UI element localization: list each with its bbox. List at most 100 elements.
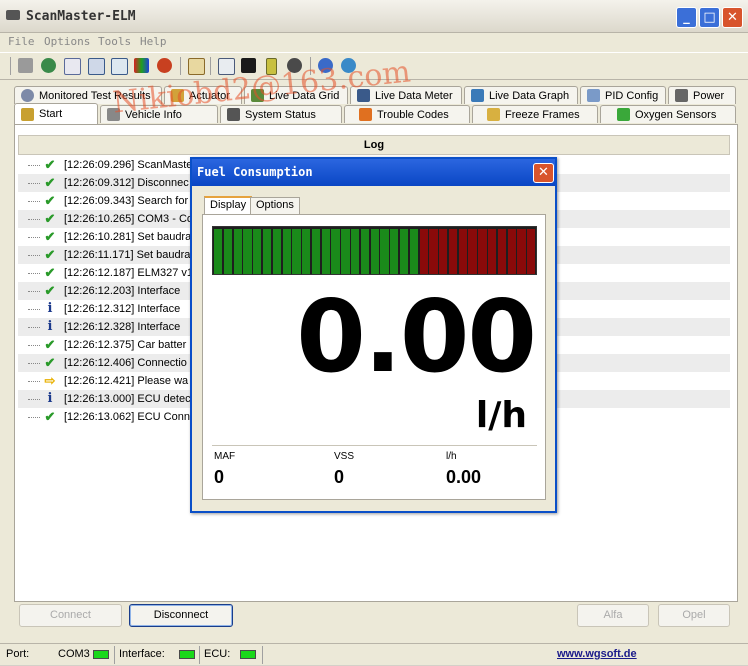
consumption-value: 0.00 <box>296 278 537 395</box>
log-text: [12:26:13.000] ECU detec <box>64 393 191 405</box>
freeze-icon <box>487 108 500 121</box>
menu-help[interactable]: Help <box>140 35 167 48</box>
maximize-button[interactable]: □ <box>699 7 720 28</box>
port-value: COM3 <box>58 648 90 660</box>
red-segment <box>419 229 428 274</box>
tree-connector <box>28 381 40 382</box>
log-text: [12:26:09.343] Search for <box>64 195 189 207</box>
dialog-tab-options[interactable]: Options <box>250 197 300 214</box>
arrow-right-icon: ⇨ <box>44 373 56 388</box>
red-segment <box>517 229 526 274</box>
port-status-led <box>93 650 109 659</box>
checkmark-icon: ✔ <box>44 193 56 208</box>
checkmark-icon: ✔ <box>44 157 56 172</box>
clipboard-icon[interactable] <box>188 58 205 75</box>
tab-start[interactable]: Start <box>14 103 98 124</box>
tree-connector <box>28 345 40 346</box>
dialog-title-bar: Fuel Consumption ✕ <box>192 159 555 186</box>
menu-tools[interactable]: Tools <box>98 35 131 48</box>
checkmark-icon: ✔ <box>44 175 56 190</box>
tab-trouble-codes[interactable]: Trouble Codes <box>344 105 470 123</box>
red-segment <box>497 229 507 274</box>
checkmark-icon: ✔ <box>44 409 56 424</box>
tab-freeze-frames[interactable]: Freeze Frames <box>472 105 598 123</box>
green-segment <box>214 229 223 274</box>
interface-label: Interface: <box>119 648 165 660</box>
tree-connector <box>28 309 40 310</box>
dialog-divider <box>212 445 537 446</box>
red-segment <box>488 229 497 274</box>
website-link[interactable]: www.wgsoft.de <box>557 648 637 660</box>
consumption-unit: l/h <box>475 395 527 436</box>
chart-icon[interactable] <box>111 58 128 75</box>
grid-icon[interactable] <box>88 58 105 75</box>
red-segment <box>439 229 448 274</box>
log-text: [12:26:13.062] ECU Conn <box>64 411 190 423</box>
red-segment <box>478 229 487 274</box>
colorbars-icon[interactable] <box>134 58 149 73</box>
tree-connector <box>28 219 40 220</box>
opel-button[interactable]: Opel <box>658 604 730 627</box>
lh-label: l/h <box>446 451 457 462</box>
log-text: [12:26:12.187] ELM327 v1 <box>64 267 194 279</box>
tree-connector <box>28 273 40 274</box>
status-icon <box>227 108 240 121</box>
info-icon: i <box>47 301 53 316</box>
power-icon <box>675 89 688 102</box>
globe-icon[interactable] <box>41 58 56 73</box>
document-icon[interactable] <box>64 58 81 75</box>
alfa-button[interactable]: Alfa <box>577 604 649 627</box>
log-text: [12:26:10.281] Set baudra <box>64 231 192 243</box>
title-bar: ScanMaster-ELM _ □ ✕ <box>0 0 748 33</box>
toolbar-separator <box>210 57 211 75</box>
green-segment <box>302 229 311 274</box>
status-separator <box>262 646 263 664</box>
menu-bar: File Options Tools Help <box>0 32 748 52</box>
status-bar: Port: COM3 Interface: ECU: www.wgsoft.de <box>0 643 748 666</box>
port-label: Port: <box>6 648 30 660</box>
home-icon <box>21 107 34 121</box>
status-separator <box>114 646 115 664</box>
green-segment <box>233 229 242 274</box>
tab-oxygen-sensors[interactable]: Oxygen Sensors <box>600 105 736 123</box>
tab-pid-config[interactable]: PID Config <box>580 86 666 104</box>
info-icon: i <box>47 319 53 334</box>
disconnect-button[interactable]: Disconnect <box>129 604 233 627</box>
red-segment <box>458 229 467 274</box>
checkmark-icon: ✔ <box>44 229 56 244</box>
dialog-tab-display[interactable]: Display <box>204 196 253 214</box>
green-segment <box>253 229 262 274</box>
menu-options[interactable]: Options <box>44 35 90 48</box>
green-segment <box>262 229 272 274</box>
checkmark-icon: ✔ <box>44 247 56 262</box>
person-icon[interactable] <box>157 58 172 73</box>
graph-icon <box>471 89 484 102</box>
green-segment <box>409 229 419 274</box>
tree-connector <box>28 399 40 400</box>
minimize-button[interactable]: _ <box>676 7 697 28</box>
tab-power[interactable]: Power <box>668 86 736 104</box>
main-window: ScanMaster-ELM _ □ ✕ File Options Tools … <box>0 0 748 665</box>
tree-connector <box>28 201 40 202</box>
log-text: [12:26:10.265] COM3 - Co <box>64 213 194 225</box>
close-icon: ✕ <box>538 165 549 180</box>
tree-connector <box>28 237 40 238</box>
tree-connector <box>28 417 40 418</box>
consumption-bar-gauge <box>212 226 537 275</box>
tab-system-status[interactable]: System Status <box>220 105 342 123</box>
green-segment <box>390 229 399 274</box>
config-icon <box>587 89 600 102</box>
menu-file[interactable]: File <box>8 35 35 48</box>
checkmark-icon: ✔ <box>44 355 56 370</box>
app-icon <box>6 10 20 20</box>
log-text: [12:26:12.406] Connectio <box>64 357 187 369</box>
maximize-icon: □ <box>703 10 716 25</box>
dialog-close-button[interactable]: ✕ <box>533 163 554 183</box>
connect-button[interactable]: Connect <box>19 604 122 627</box>
tab-live-data-graph[interactable]: Live Data Graph <box>464 86 578 104</box>
close-button[interactable]: ✕ <box>722 7 743 28</box>
log-text: [12:26:12.375] Car batter <box>64 339 187 351</box>
wrench-icon[interactable] <box>18 58 33 73</box>
green-segment <box>223 229 233 274</box>
green-segment <box>370 229 379 274</box>
